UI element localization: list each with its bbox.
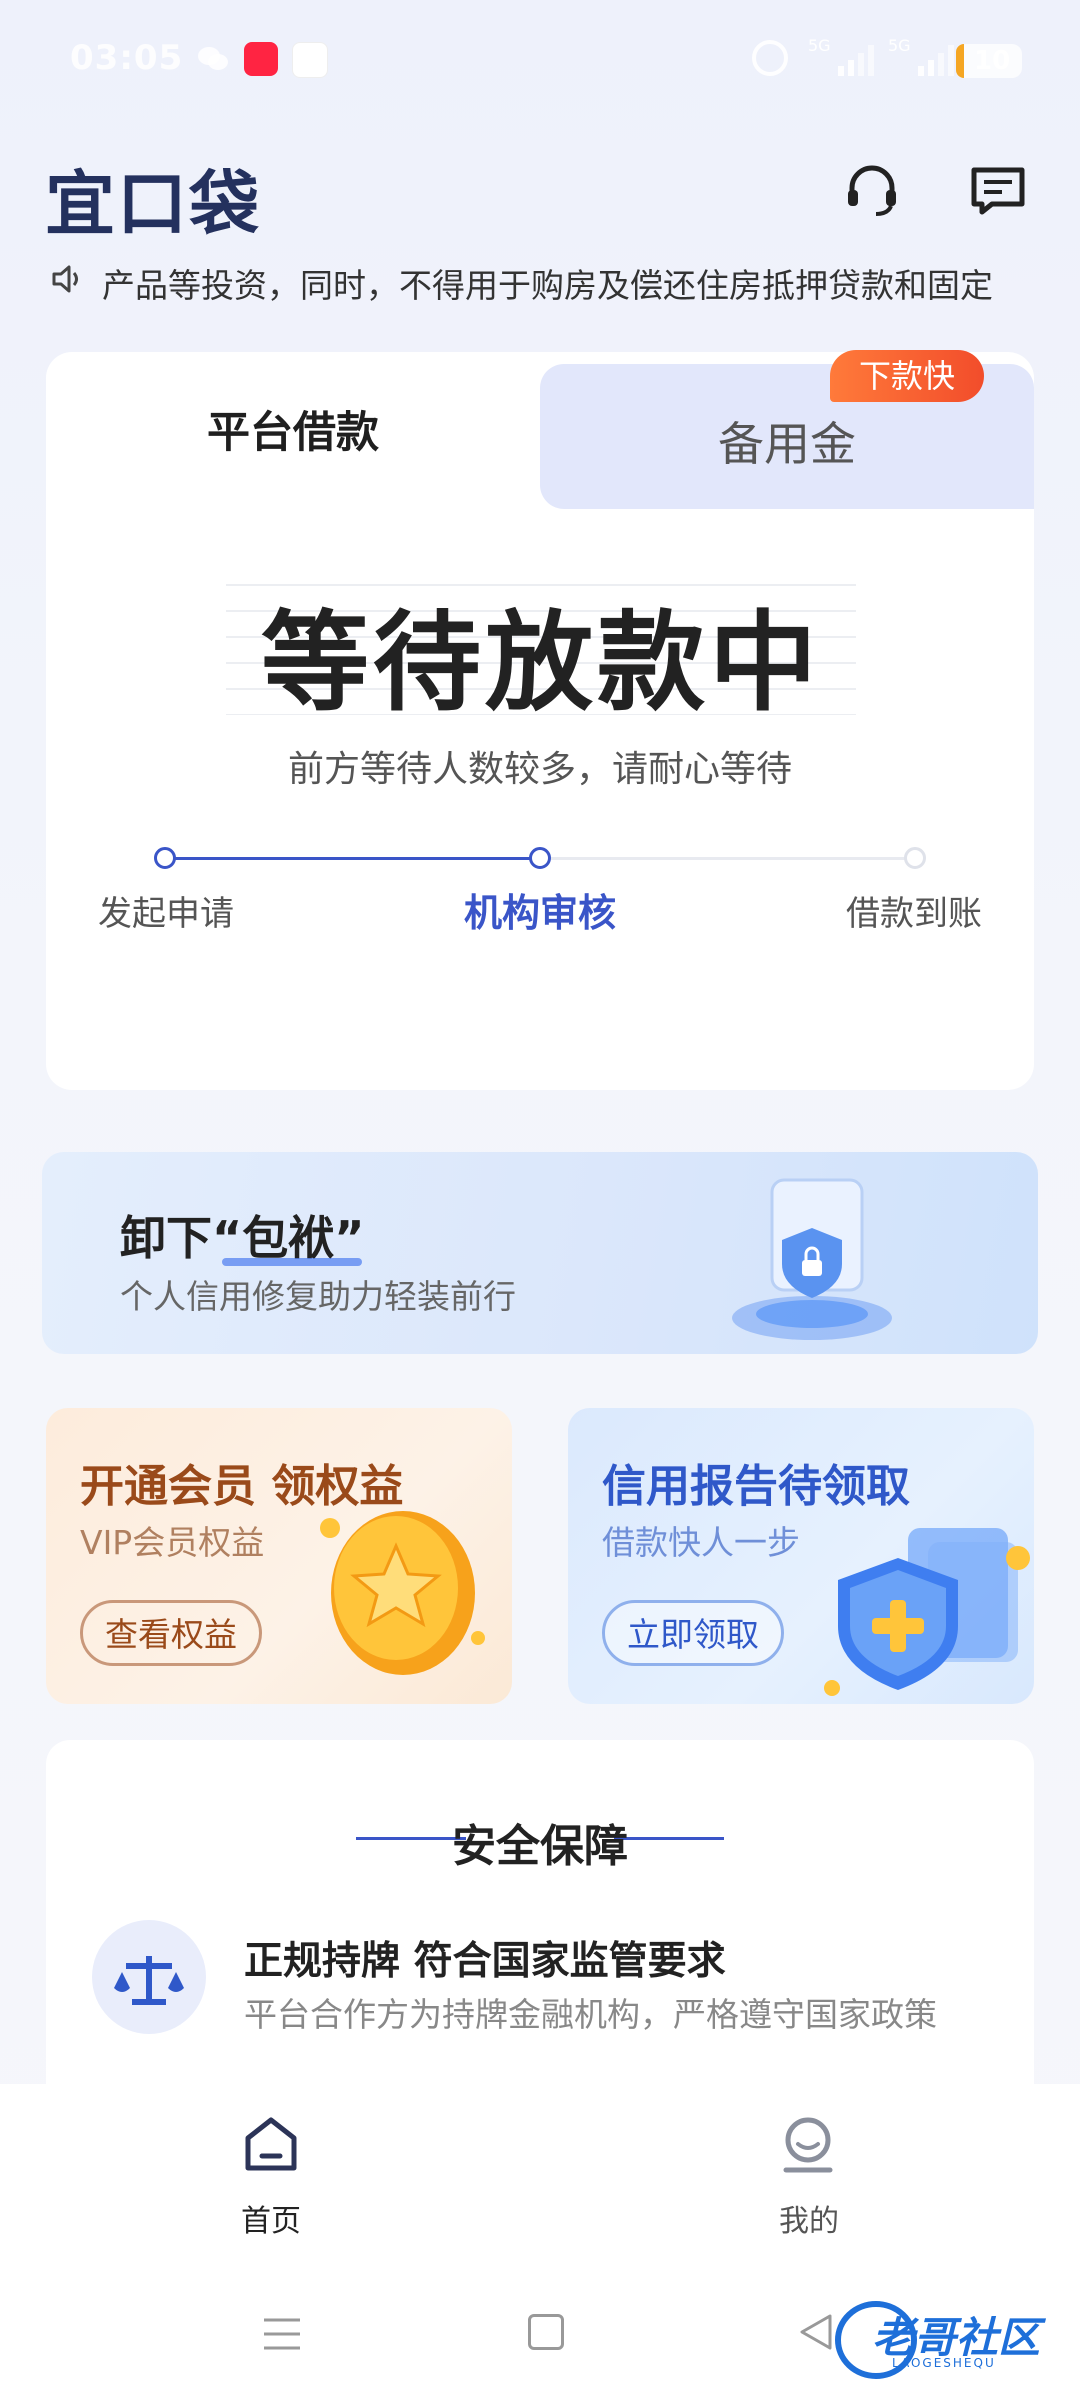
security-item-subtitle: 平台合作方为持牌金融机构，严格遵守国家政策 bbox=[244, 1995, 937, 2034]
progress-line-done bbox=[166, 857, 541, 860]
battery-icon: 10 bbox=[956, 44, 1022, 78]
status-bar: 03:05 5G 5G 10 bbox=[0, 0, 1080, 110]
notice-bar: 产品等投资，同时，不得用于购房及偿还住房抵押贷款和固定 bbox=[50, 255, 1030, 305]
status-title: 等待放款中 bbox=[260, 601, 821, 726]
status-time: 03:05 bbox=[70, 38, 184, 78]
view-benefits-button[interactable]: 查看权益 bbox=[80, 1600, 262, 1666]
shield-lock-icon bbox=[702, 1168, 922, 1352]
signal-icon: 5G bbox=[888, 36, 958, 78]
credit-repair-banner[interactable]: 卸下“包袱” 个人信用修复助力轻装前行 bbox=[42, 1152, 1038, 1354]
progress-line-todo bbox=[541, 857, 916, 860]
step-dot bbox=[154, 847, 176, 869]
credit-report-card[interactable]: 信用报告待领取 借款快人一步 立即领取 bbox=[568, 1408, 1034, 1704]
wechat-icon bbox=[196, 42, 230, 76]
step-label-current: 机构审核 bbox=[463, 891, 616, 935]
profile-icon[interactable] bbox=[780, 2116, 836, 2178]
back-icon[interactable] bbox=[796, 2312, 836, 2356]
claim-now-button[interactable]: 立即领取 bbox=[602, 1600, 784, 1666]
app-logo: 宜口袋 bbox=[45, 163, 261, 245]
headset-icon[interactable] bbox=[842, 160, 902, 220]
tab-reserve-fund-label[interactable]: 备用金 bbox=[540, 408, 1034, 474]
speaker-icon bbox=[50, 261, 86, 301]
vip-subtitle: VIP会员权益 bbox=[80, 1523, 265, 1562]
bottom-tab-bar: 首页 我的 bbox=[0, 2084, 1080, 2254]
security-title: 安全保障 bbox=[452, 1821, 628, 1872]
signal-icon: 5G bbox=[808, 36, 878, 78]
security-section: 安全保障 正规持牌 符合国家监管要求 平台合作方为持牌金融机构，严格遵守国家政策 bbox=[46, 1740, 1034, 2140]
menu-icon[interactable] bbox=[262, 2316, 302, 2356]
status-title-block: 等待放款中 bbox=[226, 560, 856, 726]
status-subtitle: 前方等待人数较多，请耐心等待 bbox=[287, 749, 792, 790]
system-nav-bar: 老哥社区 LAOGESHEQU bbox=[0, 2254, 1080, 2400]
shield-report-icon bbox=[818, 1518, 1034, 1704]
tab-home[interactable]: 首页 bbox=[191, 2196, 351, 2240]
security-item-title: 正规持牌 符合国家监管要求 bbox=[244, 1939, 726, 1984]
step-dot bbox=[904, 847, 926, 869]
fast-badge: 下款快 bbox=[830, 350, 984, 402]
step-dot bbox=[529, 847, 551, 869]
watermark-logo: 老哥社区 LAOGESHEQU bbox=[832, 2294, 1072, 2384]
scale-icon bbox=[92, 1920, 206, 2034]
star-coin-icon bbox=[308, 1488, 498, 1692]
step-label: 发起申请 bbox=[98, 894, 234, 934]
home-square-icon[interactable] bbox=[528, 2314, 564, 2350]
notice-text: 产品等投资，同时，不得用于购房及偿还住房抵押贷款和固定 bbox=[102, 266, 993, 305]
banner-underline bbox=[222, 1258, 362, 1266]
tab-mine[interactable]: 我的 bbox=[729, 2196, 889, 2240]
tab-platform-loan[interactable]: 平台借款 bbox=[46, 398, 540, 460]
credit-report-subtitle: 借款快人一步 bbox=[602, 1523, 800, 1562]
message-icon[interactable] bbox=[968, 160, 1028, 220]
credit-report-title: 信用报告待领取 bbox=[602, 1461, 910, 1512]
home-icon[interactable] bbox=[244, 2116, 298, 2176]
alarm-icon bbox=[752, 40, 788, 76]
xiaohongshu-icon bbox=[244, 42, 278, 76]
banner-subtitle: 个人信用修复助力轻装前行 bbox=[120, 1277, 516, 1316]
vip-card[interactable]: 开通会员 领权益 VIP会员权益 查看权益 bbox=[46, 1408, 512, 1704]
china-unicom-icon bbox=[292, 42, 328, 78]
step-label: 借款到账 bbox=[846, 894, 982, 934]
progress-steps: 发起申请 机构审核 借款到账 bbox=[46, 840, 1034, 960]
